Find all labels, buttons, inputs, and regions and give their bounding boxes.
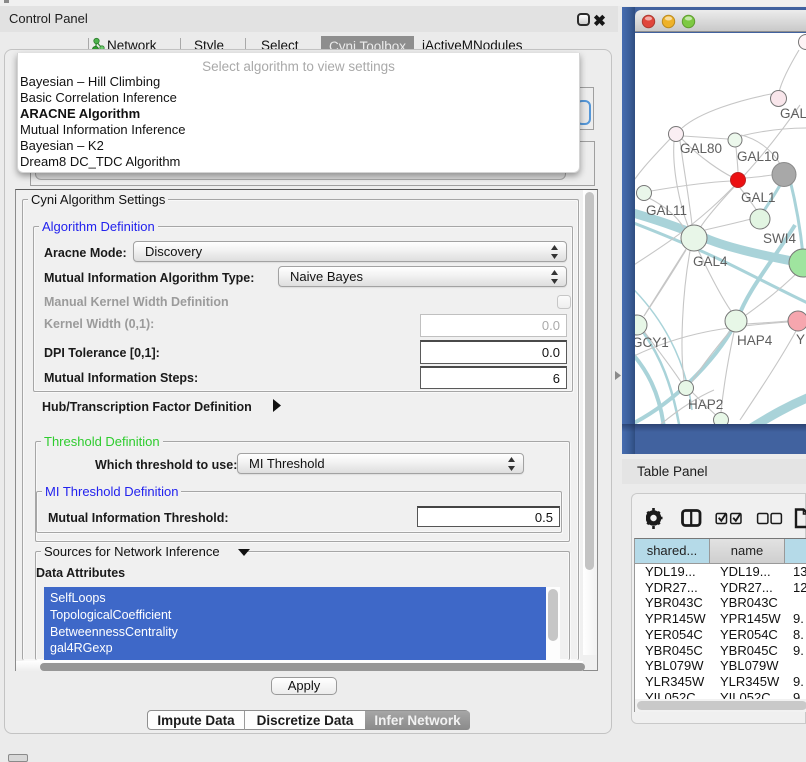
svg-text:GAL10: GAL10 [737,149,779,164]
svg-text:GAL1: GAL1 [741,190,776,205]
svg-text:GAL11: GAL11 [646,203,687,218]
svg-text:GAL80: GAL80 [680,141,722,156]
svg-text:GAL8: GAL8 [780,106,806,121]
svg-text:HAP4: HAP4 [737,333,773,348]
svg-text:GAL4: GAL4 [693,254,728,269]
svg-text:GCY1: GCY1 [635,335,669,350]
svg-text:Y: Y [796,332,805,347]
svg-text:SWI4: SWI4 [763,231,796,246]
svg-text:HAP2: HAP2 [688,397,723,412]
